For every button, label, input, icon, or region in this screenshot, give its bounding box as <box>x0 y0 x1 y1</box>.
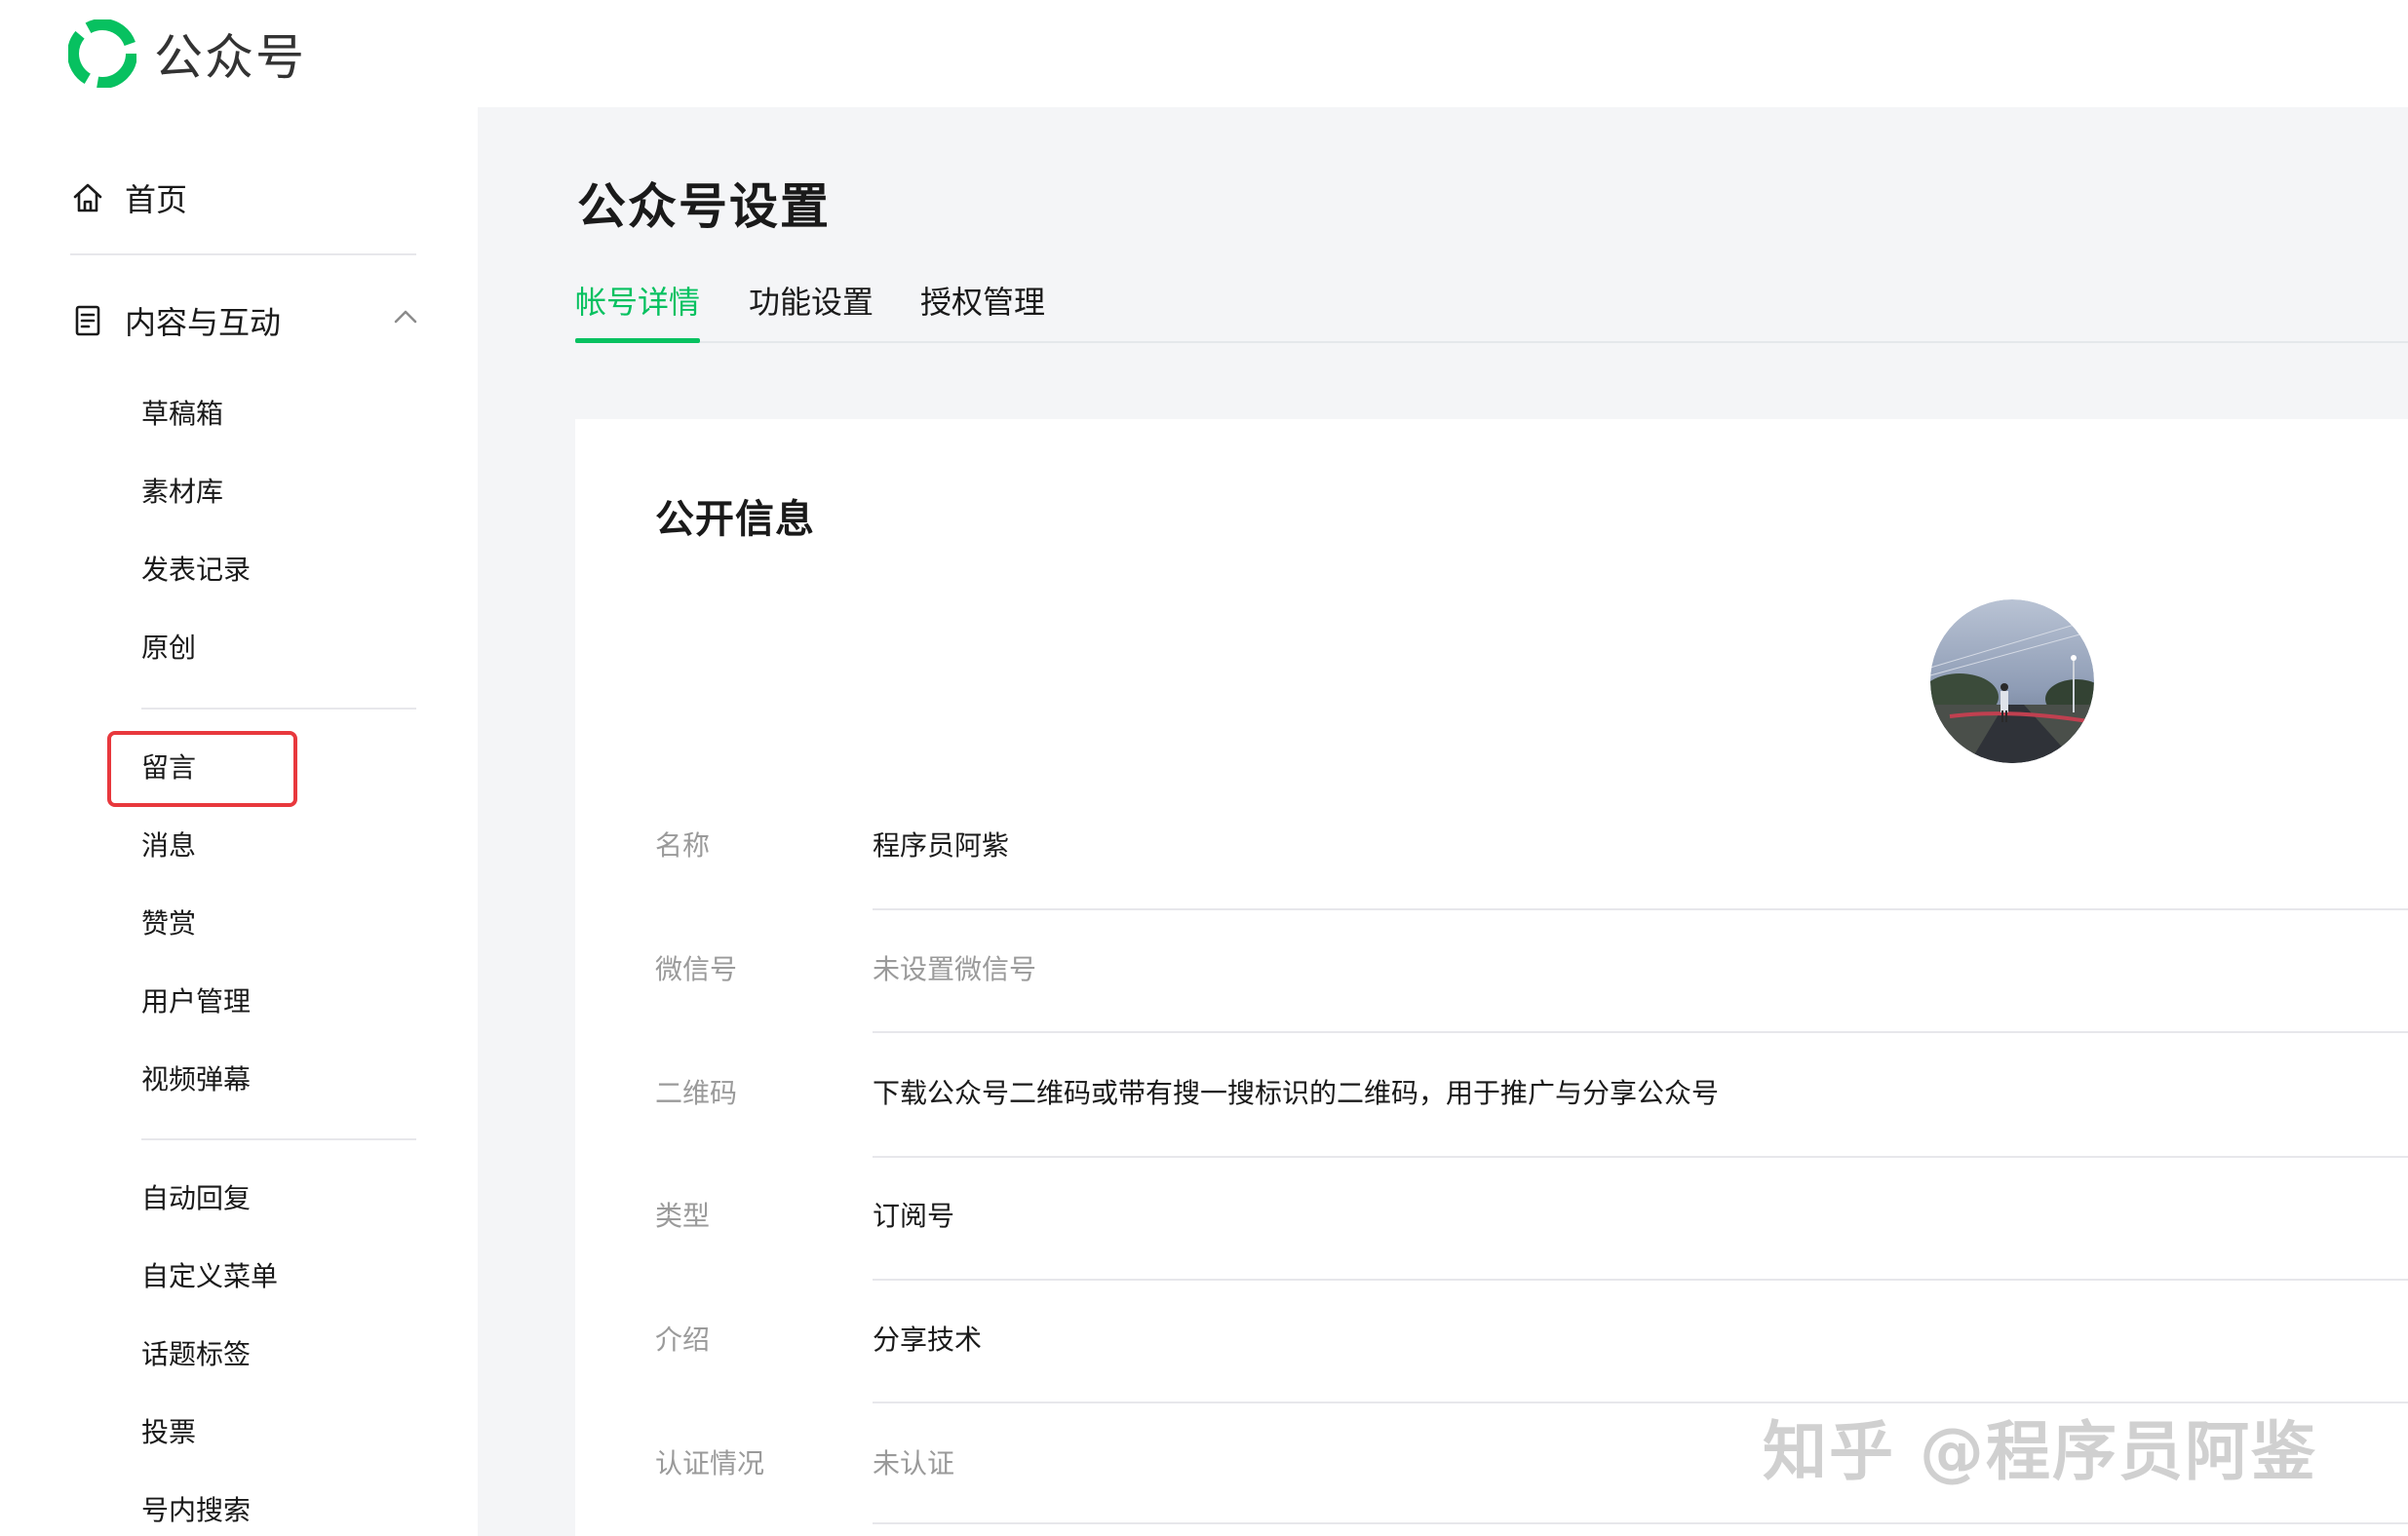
row-value-name: 程序员阿紫 <box>873 826 1009 865</box>
tab-feature-settings[interactable]: 功能设置 <box>749 277 874 327</box>
chevron-up-icon[interactable] <box>390 302 421 333</box>
row-divider <box>873 1156 2408 1158</box>
sidebar-group-content-label: 内容与互动 <box>125 298 281 343</box>
page-title: 公众号设置 <box>577 168 831 238</box>
sidebar-divider <box>141 1138 416 1140</box>
row-label-qrcode: 二维码 <box>655 1074 737 1113</box>
sidebar-group-content[interactable]: 内容与互动 <box>70 298 411 343</box>
active-tab-indicator <box>575 338 700 343</box>
tab-authorization-management[interactable]: 授权管理 <box>920 277 1045 327</box>
tab-account-details[interactable]: 帐号详情 <box>575 277 700 327</box>
sidebar-item-auto-reply[interactable]: 自动回复 <box>141 1179 251 1218</box>
sidebar-item-messages[interactable]: 消息 <box>141 826 196 865</box>
row-value-type: 订阅号 <box>873 1197 954 1236</box>
row-divider <box>873 1031 2408 1033</box>
avatar[interactable] <box>1930 599 2094 763</box>
highlight-box <box>107 731 297 807</box>
top-bar: 公众号 <box>0 0 2408 107</box>
sidebar-item-in-account-search[interactable]: 号内搜索 <box>141 1491 251 1530</box>
tab-bar: 帐号详情 功能设置 授权管理 <box>575 277 2408 343</box>
sidebar-item-topic-tags[interactable]: 话题标签 <box>141 1335 251 1374</box>
sidebar-item-home-label: 首页 <box>125 175 187 220</box>
row-value-verification: 未认证 <box>873 1444 954 1483</box>
row-divider <box>873 1522 2408 1524</box>
row-value-wechat-id: 未设置微信号 <box>873 950 1036 989</box>
wechat-official-account-logo-icon[interactable] <box>68 19 136 88</box>
sidebar-item-video-danmaku[interactable]: 视频弹幕 <box>141 1060 251 1099</box>
row-label-verification: 认证情况 <box>655 1444 764 1483</box>
home-icon <box>70 180 105 215</box>
sidebar-item-publish-records[interactable]: 发表记录 <box>141 551 251 590</box>
watermark: 知乎 @程序员阿鉴 <box>1763 1400 2317 1493</box>
sidebar-item-voting[interactable]: 投票 <box>141 1413 196 1452</box>
row-label-wechat-id: 微信号 <box>655 950 737 989</box>
sidebar-item-materials[interactable]: 素材库 <box>141 473 223 512</box>
row-divider <box>873 1279 2408 1281</box>
sidebar-item-rewards[interactable]: 赞赏 <box>141 904 196 943</box>
sidebar-item-user-management[interactable]: 用户管理 <box>141 982 251 1021</box>
sidebar: 首页 内容与互动 草稿箱 素材库 发表记录 原创 留言 消息 赞赏 用户管理 视… <box>0 107 478 1536</box>
row-label-type: 类型 <box>655 1197 710 1236</box>
sidebar-divider <box>70 253 416 255</box>
sidebar-item-drafts[interactable]: 草稿箱 <box>141 395 223 434</box>
sidebar-item-comments[interactable]: 留言 <box>141 749 196 787</box>
public-info-card: 公开信息 名称 程序员阿紫 <box>575 419 2408 1536</box>
document-icon <box>70 303 105 338</box>
row-value-intro: 分享技术 <box>873 1321 982 1360</box>
app-title: 公众号 <box>154 19 306 89</box>
section-title: 公开信息 <box>655 487 815 544</box>
sidebar-item-home[interactable]: 首页 <box>70 175 187 220</box>
row-divider <box>873 908 2408 910</box>
sidebar-item-custom-menu[interactable]: 自定义菜单 <box>141 1257 278 1296</box>
row-value-qrcode: 下载公众号二维码或带有搜一搜标识的二维码，用于推广与分享公众号 <box>873 1074 1719 1113</box>
row-label-intro: 介绍 <box>655 1321 710 1360</box>
sidebar-divider <box>141 708 416 710</box>
sidebar-item-original[interactable]: 原创 <box>141 629 196 668</box>
row-label-name: 名称 <box>655 826 710 865</box>
